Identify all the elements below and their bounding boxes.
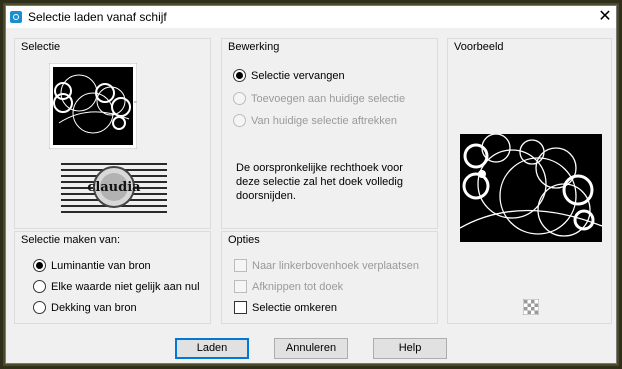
radio-label: Dekking van bron [51, 302, 137, 314]
selection-thumbnail[interactable] [49, 63, 137, 149]
radio-button[interactable] [233, 69, 246, 82]
radio-button[interactable] [233, 92, 246, 105]
watermark-logo: claudia [61, 163, 167, 213]
help-button[interactable]: Help [373, 338, 447, 359]
radio-button[interactable] [233, 114, 246, 127]
bewerking-note: De oorspronkelijke rechthoek voor deze s… [236, 162, 403, 202]
app-icon [10, 11, 22, 23]
transparency-checker-icon[interactable] [523, 299, 539, 315]
checkbox-label: Selectie omkeren [252, 302, 337, 314]
radio-label: Selectie vervangen [251, 70, 345, 82]
selectie-group: Selectie claudia [14, 38, 211, 229]
radio-button[interactable] [33, 280, 46, 293]
radio-label: Luminantie van bron [51, 260, 151, 272]
selectie-maken-van-group: Selectie maken van: Luminantie van bron … [14, 231, 211, 324]
voorbeeld-group-label: Voorbeeld [452, 41, 506, 53]
checkbox-label: Afknippen tot doek [252, 281, 344, 293]
checkbox[interactable] [234, 301, 247, 314]
title-bar: Selectie laden vanaf schijf ✕ [6, 6, 616, 28]
radio-label: Toevoegen aan huidige selectie [251, 93, 406, 105]
radio-label: Elke waarde niet gelijk aan nul [51, 281, 200, 293]
load-button[interactable]: Laden [175, 338, 249, 359]
selectie-group-label: Selectie [19, 41, 63, 53]
cancel-button[interactable]: Annuleren [274, 338, 348, 359]
close-icon[interactable]: ✕ [596, 8, 614, 26]
watermark-text: claudia [87, 180, 141, 195]
window-title: Selectie laden vanaf schijf [28, 10, 167, 24]
bewerking-group-label: Bewerking [226, 41, 282, 53]
checkbox[interactable] [234, 280, 247, 293]
radio-button[interactable] [33, 259, 46, 272]
radio-button[interactable] [33, 301, 46, 314]
voorbeeld-group: Voorbeeld [447, 38, 612, 324]
checkbox-label: Naar linkerbovenhoek verplaatsen [252, 260, 419, 272]
dialog-window: Selectie laden vanaf schijf ✕ Selectie c… [5, 5, 617, 364]
preview-image [460, 134, 602, 242]
opties-group: Opties Naar linkerbovenhoek verplaatsen … [221, 231, 438, 324]
opties-group-label: Opties [226, 234, 262, 246]
radio-label: Van huidige selectie aftrekken [251, 115, 397, 127]
bewerking-group: Bewerking Selectie vervangen Toevoegen a… [221, 38, 438, 229]
checkbox[interactable] [234, 259, 247, 272]
selectie-maken-van-label: Selectie maken van: [19, 234, 123, 246]
